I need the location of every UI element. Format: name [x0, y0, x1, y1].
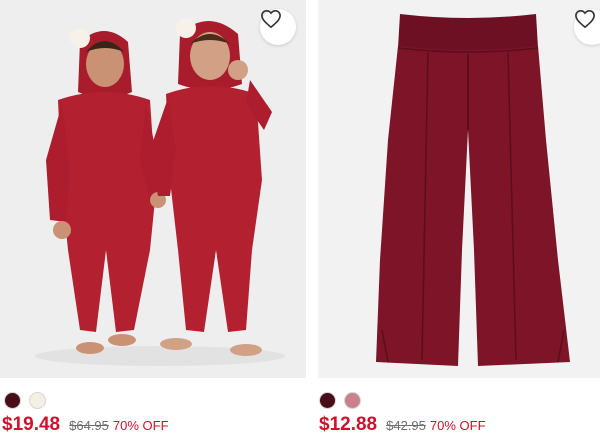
product-card-onesie[interactable]: $19.48 $64.95 70% OFF — [0, 0, 306, 439]
favorite-button[interactable] — [260, 9, 296, 45]
color-swatch-pink[interactable] — [344, 392, 361, 409]
sale-price: $12.88 — [319, 414, 378, 435]
price-row: $19.48 $64.95 70% OFF — [2, 414, 169, 436]
color-swatch-cream[interactable] — [29, 392, 46, 409]
flare-pants-figure — [376, 14, 570, 366]
discount-label: 70% OFF — [429, 418, 486, 433]
original-price: $64.95 — [69, 418, 109, 433]
kids-onesie-photo — [35, 18, 285, 366]
color-swatch-burgundy[interactable] — [4, 392, 21, 409]
price-row: $12.88 $42.95 70% OFF — [319, 414, 486, 436]
flare-pants-photo — [376, 14, 570, 366]
discount-label: 70% OFF — [112, 418, 169, 433]
color-swatches — [4, 392, 46, 409]
original-price: $42.95 — [386, 418, 426, 433]
child-right-figure — [150, 18, 272, 356]
child-left-figure — [46, 28, 166, 354]
sale-price: $19.48 — [2, 414, 61, 435]
color-swatch-burgundy[interactable] — [319, 392, 336, 409]
product-card-pants[interactable]: $12.88 $42.95 70% OFF — [318, 0, 600, 439]
color-swatches — [319, 392, 361, 409]
product-image-pants[interactable] — [318, 0, 600, 378]
product-image-onesie[interactable] — [0, 0, 306, 378]
